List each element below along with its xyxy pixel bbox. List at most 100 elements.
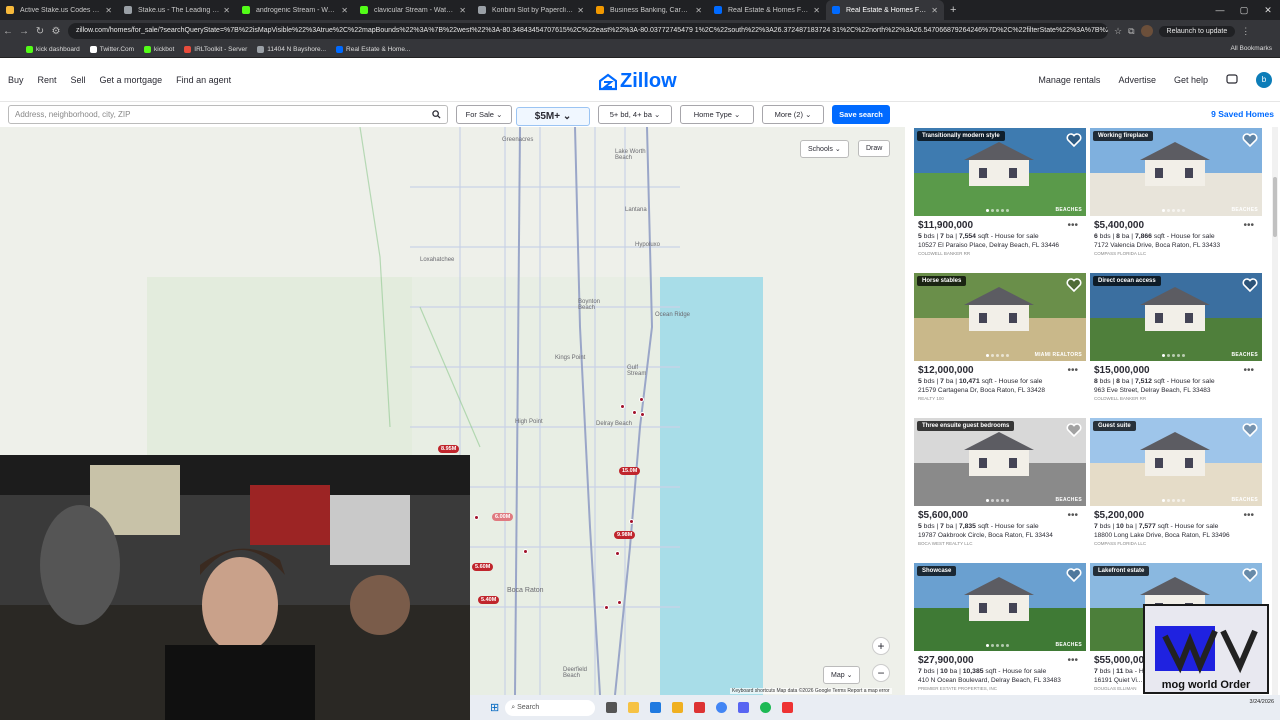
photo-carousel-dots[interactable] (1162, 354, 1185, 357)
discord-icon[interactable] (738, 702, 750, 713)
home-type-filter[interactable]: Home Type ⌄ (680, 105, 754, 124)
listing-address[interactable]: 21579 Cartagena Dr, Boca Raton, FL 33428 (918, 387, 1086, 394)
zoom-in-button[interactable]: + (872, 637, 890, 655)
more-options-icon[interactable]: ••• (1243, 365, 1254, 376)
obs-icon[interactable] (782, 702, 794, 713)
listing-pin[interactable] (639, 397, 644, 402)
photo-carousel-dots[interactable] (986, 209, 1009, 212)
more-options-icon[interactable]: ••• (1067, 220, 1078, 231)
zoom-out-button[interactable]: − (872, 664, 890, 682)
maximize-icon[interactable]: ▢ (1232, 0, 1256, 20)
browser-tab[interactable]: androgenic Stream - Watch Live✕ (236, 0, 354, 20)
search-input[interactable]: Address, neighborhood, city, ZIP (8, 105, 448, 124)
extensions-icon[interactable]: ⧉ (1128, 26, 1134, 37)
listing-address[interactable]: 18800 Long Lake Drive, Boca Raton, FL 33… (1094, 532, 1262, 539)
nav-link[interactable]: Manage rentals (1038, 75, 1100, 85)
close-tab-icon[interactable]: ✕ (695, 6, 702, 15)
for-sale-filter[interactable]: For Sale ⌄ (456, 105, 512, 124)
close-tab-icon[interactable]: ✕ (223, 6, 230, 15)
price-pin[interactable]: 6.00M (492, 513, 514, 521)
more-options-icon[interactable]: ••• (1067, 365, 1078, 376)
listing-pin[interactable] (615, 551, 620, 556)
zillow-logo[interactable]: Zillow (599, 70, 677, 93)
new-tab-button[interactable]: + (944, 0, 962, 20)
nav-link[interactable]: Advertise (1118, 75, 1156, 85)
listing-photo[interactable]: Transitionally modern style BEACHES (914, 128, 1086, 216)
saved-homes-link[interactable]: 9 Saved Homes (1211, 109, 1274, 119)
photo-carousel-dots[interactable] (986, 499, 1009, 502)
price-pin[interactable]: 5.60M (472, 563, 494, 571)
browser-tab[interactable]: clavicular Stream - Watch Live ✕ (354, 0, 472, 20)
close-tab-icon[interactable]: ✕ (813, 6, 820, 15)
profile-avatar[interactable] (1140, 25, 1153, 37)
close-tab-icon[interactable]: ✕ (341, 6, 348, 15)
more-options-icon[interactable]: ••• (1243, 510, 1254, 521)
listing-pin[interactable] (632, 410, 637, 415)
listing-photo[interactable]: Direct ocean access BEACHES (1090, 273, 1262, 361)
user-avatar[interactable]: b (1256, 72, 1272, 88)
listing-address[interactable]: 19787 Oakbrook Circle, Boca Raton, FL 33… (918, 532, 1086, 539)
listing-card[interactable]: Working fireplace BEACHES $5,400,000 ••• 6 b… (1090, 128, 1262, 268)
menu-icon[interactable]: ⋮ (1241, 26, 1250, 37)
listing-card[interactable]: Three ensuite guest bedrooms BEACHES $5,60… (914, 418, 1086, 558)
heart-icon[interactable] (1242, 422, 1258, 438)
close-tab-icon[interactable]: ✕ (577, 6, 584, 15)
more-options-icon[interactable]: ••• (1067, 655, 1078, 666)
bookmark-item[interactable]: Real Estate & Home... (336, 46, 410, 53)
listing-pin[interactable] (617, 600, 622, 605)
close-tab-icon[interactable]: ✕ (105, 6, 112, 15)
url-input[interactable]: zillow.com/homes/for_sale/?searchQuerySt… (68, 23, 1108, 39)
nav-link[interactable]: Sell (71, 75, 86, 85)
task-view-icon[interactable] (606, 702, 618, 713)
listing-card[interactable]: Guest suite BEACHES $5,200,000 ••• 7 bds | 1… (1090, 418, 1262, 558)
close-tab-icon[interactable]: ✕ (931, 6, 938, 15)
nav-link[interactable]: Buy (8, 75, 24, 85)
system-tray[interactable]: 3/24/2026 (1250, 698, 1274, 707)
listing-address[interactable]: 410 N Ocean Boulevard, Delray Beach, FL … (918, 677, 1086, 684)
spotify-icon[interactable] (760, 702, 772, 713)
heart-icon[interactable] (1066, 132, 1082, 148)
browser-tab[interactable]: Active Stake.us Codes (Updated ✕ (0, 0, 118, 20)
scrollbar[interactable] (1272, 127, 1278, 695)
listing-photo[interactable]: Three ensuite guest bedrooms BEACHES (914, 418, 1086, 506)
file-explorer-icon[interactable] (628, 702, 640, 713)
listing-address[interactable]: 963 Eve Street, Delray Beach, FL 33483 (1094, 387, 1262, 394)
browser-tab[interactable]: Business Banking, Cards & Trea ✕ (590, 0, 708, 20)
site-info-icon[interactable]: ⚙ (48, 26, 64, 37)
listing-pin[interactable] (629, 519, 634, 524)
relaunch-button[interactable]: Relaunch to update (1158, 25, 1236, 37)
nav-link[interactable]: Rent (38, 75, 57, 85)
nav-link[interactable]: Get a mortgage (100, 75, 163, 85)
listing-pin[interactable] (604, 605, 609, 610)
more-filter[interactable]: More (2) ⌄ (762, 105, 824, 124)
listing-address[interactable]: 7172 Valencia Drive, Boca Raton, FL 3343… (1094, 242, 1262, 249)
minimize-icon[interactable]: — (1208, 0, 1232, 20)
edge-icon[interactable] (650, 702, 662, 713)
listing-pin[interactable] (523, 549, 528, 554)
bookmark-star-icon[interactable]: ☆ (1114, 26, 1122, 37)
heart-icon[interactable] (1242, 567, 1258, 583)
listing-card[interactable]: Showcase BEACHES $27,900,000 ••• 7 bds | 10 … (914, 563, 1086, 695)
reload-icon[interactable]: ↻ (32, 26, 48, 37)
price-pin[interactable]: 9.98M (614, 531, 636, 539)
price-pin[interactable]: 5.40M (478, 596, 500, 604)
browser-tab[interactable]: Real Estate & Homes For Sale ✕ (826, 0, 944, 20)
forward-icon[interactable]: → (16, 26, 32, 37)
heart-icon[interactable] (1066, 277, 1082, 293)
app-icon[interactable] (694, 702, 706, 713)
listing-pin[interactable] (474, 515, 479, 520)
taskbar-search[interactable]: ⌕ Search (505, 699, 596, 716)
photo-carousel-dots[interactable] (986, 644, 1009, 647)
more-options-icon[interactable]: ••• (1067, 510, 1078, 521)
browser-tab[interactable]: Stake.us - The Leading Social C ✕ (118, 0, 236, 20)
price-filter[interactable]: $5M+ ⌄ (516, 107, 590, 126)
photo-carousel-dots[interactable] (1162, 209, 1185, 212)
bookmark-item[interactable]: kickbot (144, 46, 174, 53)
listing-pin[interactable] (620, 404, 625, 409)
nav-link[interactable]: Find an agent (176, 75, 231, 85)
bookmark-item[interactable]: IRLToolkit - Server (184, 46, 247, 53)
listing-photo[interactable]: Guest suite BEACHES (1090, 418, 1262, 506)
bookmark-item[interactable]: kick dashboard (26, 46, 80, 53)
close-window-icon[interactable]: ✕ (1256, 0, 1280, 20)
listing-card[interactable]: Horse stables MIAMI REALTORS $12,000,000 ••… (914, 273, 1086, 413)
